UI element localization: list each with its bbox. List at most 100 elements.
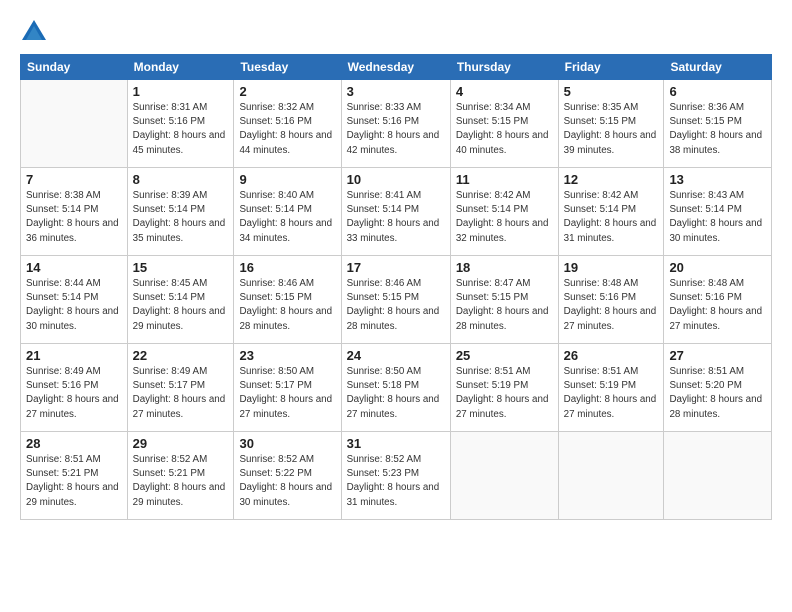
day-number: 26 xyxy=(564,348,659,363)
calendar-cell: 11 Sunrise: 8:42 AM Sunset: 5:14 PM Dayli… xyxy=(450,168,558,256)
calendar-cell: 27Sunrise: 8:51 AM Sunset: 5:20 PM Dayli… xyxy=(664,344,772,432)
day-info: Sunrise: 8:34 AM Sunset: 5:15 PM Dayligh… xyxy=(456,101,553,158)
day-number: 15 xyxy=(133,260,229,275)
day-info: Sunrise: 8:31 AM Sunset: 5:16 PM Dayligh… xyxy=(133,101,229,158)
calendar-cell: 2 Sunrise: 8:32 AM Sunset: 5:16 PM Daylig… xyxy=(234,80,341,168)
day-number: 13 xyxy=(669,172,766,187)
day-info: Sunrise: 8:49 AM Sunset: 5:17 PM Dayligh… xyxy=(133,365,229,422)
calendar-cell: 1Sunrise: 8:31 AM Sunset: 5:16 PM Daylig… xyxy=(127,80,234,168)
day-info: Sunrise: 8:52 AM Sunset: 5:23 PM Dayligh… xyxy=(347,453,445,510)
day-info: Sunrise: 8:42 AM Sunset: 5:14 PM Dayligh… xyxy=(456,189,553,246)
calendar-cell: 16 Sunrise: 8:46 AM Sunset: 5:15 PM Dayli… xyxy=(234,256,341,344)
day-number: 8 xyxy=(133,172,229,187)
day-info: Sunrise: 8:45 AM Sunset: 5:14 PM Dayligh… xyxy=(133,277,229,334)
calendar-cell: 18 Sunrise: 8:47 AM Sunset: 5:15 PM Dayli… xyxy=(450,256,558,344)
day-info: Sunrise: 8:46 AM Sunset: 5:15 PM Dayligh… xyxy=(347,277,445,334)
calendar-cell: 31 Sunrise: 8:52 AM Sunset: 5:23 PM Dayli… xyxy=(341,432,450,520)
logo-icon xyxy=(20,18,48,46)
calendar-table: SundayMondayTuesdayWednesdayThursdayFrid… xyxy=(20,54,772,520)
calendar-cell: 29 Sunrise: 8:52 AM Sunset: 5:21 PM Dayli… xyxy=(127,432,234,520)
calendar-cell xyxy=(558,432,664,520)
day-number: 21 xyxy=(26,348,122,363)
day-number: 28 xyxy=(26,436,122,451)
day-number: 3 xyxy=(347,84,445,99)
calendar-cell: 7Sunrise: 8:38 AM Sunset: 5:14 PM Daylig… xyxy=(21,168,128,256)
calendar-cell: 4Sunrise: 8:34 AM Sunset: 5:15 PM Daylig… xyxy=(450,80,558,168)
day-number: 11 xyxy=(456,172,553,187)
day-number: 7 xyxy=(26,172,122,187)
day-number: 25 xyxy=(456,348,553,363)
day-number: 31 xyxy=(347,436,445,451)
day-number: 14 xyxy=(26,260,122,275)
calendar-cell: 24Sunrise: 8:50 AM Sunset: 5:18 PM Dayli… xyxy=(341,344,450,432)
calendar-cell: 6 Sunrise: 8:36 AM Sunset: 5:15 PM Daylig… xyxy=(664,80,772,168)
calendar-week-row: 14 Sunrise: 8:44 AM Sunset: 5:14 PM Dayli… xyxy=(21,256,772,344)
day-info: Sunrise: 8:43 AM Sunset: 5:14 PM Dayligh… xyxy=(669,189,766,246)
day-number: 10 xyxy=(347,172,445,187)
calendar-week-row: 1Sunrise: 8:31 AM Sunset: 5:16 PM Daylig… xyxy=(21,80,772,168)
day-info: Sunrise: 8:36 AM Sunset: 5:15 PM Dayligh… xyxy=(669,101,766,158)
calendar-cell: 23 Sunrise: 8:50 AM Sunset: 5:17 PM Dayli… xyxy=(234,344,341,432)
day-info: Sunrise: 8:33 AM Sunset: 5:16 PM Dayligh… xyxy=(347,101,445,158)
weekday-header: Thursday xyxy=(450,55,558,80)
calendar-cell: 26 Sunrise: 8:51 AM Sunset: 5:19 PM Dayli… xyxy=(558,344,664,432)
page: SundayMondayTuesdayWednesdayThursdayFrid… xyxy=(0,0,792,612)
calendar-cell: 28 Sunrise: 8:51 AM Sunset: 5:21 PM Dayli… xyxy=(21,432,128,520)
day-info: Sunrise: 8:52 AM Sunset: 5:22 PM Dayligh… xyxy=(239,453,335,510)
day-number: 12 xyxy=(564,172,659,187)
day-info: Sunrise: 8:32 AM Sunset: 5:16 PM Dayligh… xyxy=(239,101,335,158)
calendar-cell: 20 Sunrise: 8:48 AM Sunset: 5:16 PM Dayli… xyxy=(664,256,772,344)
day-info: Sunrise: 8:50 AM Sunset: 5:17 PM Dayligh… xyxy=(239,365,335,422)
calendar-cell: 5 Sunrise: 8:35 AM Sunset: 5:15 PM Daylig… xyxy=(558,80,664,168)
day-number: 27 xyxy=(669,348,766,363)
day-info: Sunrise: 8:47 AM Sunset: 5:15 PM Dayligh… xyxy=(456,277,553,334)
calendar-cell: 3 Sunrise: 8:33 AM Sunset: 5:16 PM Daylig… xyxy=(341,80,450,168)
day-info: Sunrise: 8:51 AM Sunset: 5:19 PM Dayligh… xyxy=(456,365,553,422)
header xyxy=(20,18,772,46)
day-number: 5 xyxy=(564,84,659,99)
day-info: Sunrise: 8:40 AM Sunset: 5:14 PM Dayligh… xyxy=(239,189,335,246)
day-info: Sunrise: 8:49 AM Sunset: 5:16 PM Dayligh… xyxy=(26,365,122,422)
logo xyxy=(20,18,52,46)
day-number: 29 xyxy=(133,436,229,451)
calendar-cell: 14 Sunrise: 8:44 AM Sunset: 5:14 PM Dayli… xyxy=(21,256,128,344)
calendar-cell: 15 Sunrise: 8:45 AM Sunset: 5:14 PM Dayli… xyxy=(127,256,234,344)
day-number: 22 xyxy=(133,348,229,363)
day-info: Sunrise: 8:46 AM Sunset: 5:15 PM Dayligh… xyxy=(239,277,335,334)
day-number: 9 xyxy=(239,172,335,187)
day-number: 18 xyxy=(456,260,553,275)
calendar-cell: 30 Sunrise: 8:52 AM Sunset: 5:22 PM Dayli… xyxy=(234,432,341,520)
day-number: 16 xyxy=(239,260,335,275)
calendar-cell xyxy=(450,432,558,520)
weekday-header: Monday xyxy=(127,55,234,80)
weekday-header: Sunday xyxy=(21,55,128,80)
calendar-cell: 10 Sunrise: 8:41 AM Sunset: 5:14 PM Dayli… xyxy=(341,168,450,256)
day-number: 20 xyxy=(669,260,766,275)
calendar-week-row: 21 Sunrise: 8:49 AM Sunset: 5:16 PM Dayli… xyxy=(21,344,772,432)
day-info: Sunrise: 8:48 AM Sunset: 5:16 PM Dayligh… xyxy=(669,277,766,334)
calendar-cell xyxy=(21,80,128,168)
day-number: 23 xyxy=(239,348,335,363)
day-info: Sunrise: 8:51 AM Sunset: 5:19 PM Dayligh… xyxy=(564,365,659,422)
day-number: 30 xyxy=(239,436,335,451)
day-info: Sunrise: 8:50 AM Sunset: 5:18 PM Dayligh… xyxy=(347,365,445,422)
day-info: Sunrise: 8:51 AM Sunset: 5:21 PM Dayligh… xyxy=(26,453,122,510)
weekday-header: Saturday xyxy=(664,55,772,80)
day-number: 17 xyxy=(347,260,445,275)
calendar-cell: 25 Sunrise: 8:51 AM Sunset: 5:19 PM Dayli… xyxy=(450,344,558,432)
day-info: Sunrise: 8:52 AM Sunset: 5:21 PM Dayligh… xyxy=(133,453,229,510)
calendar-cell: 8 Sunrise: 8:39 AM Sunset: 5:14 PM Daylig… xyxy=(127,168,234,256)
day-info: Sunrise: 8:41 AM Sunset: 5:14 PM Dayligh… xyxy=(347,189,445,246)
day-number: 6 xyxy=(669,84,766,99)
weekday-header: Friday xyxy=(558,55,664,80)
day-info: Sunrise: 8:35 AM Sunset: 5:15 PM Dayligh… xyxy=(564,101,659,158)
calendar-cell: 21 Sunrise: 8:49 AM Sunset: 5:16 PM Dayli… xyxy=(21,344,128,432)
calendar-cell xyxy=(664,432,772,520)
day-number: 19 xyxy=(564,260,659,275)
day-info: Sunrise: 8:48 AM Sunset: 5:16 PM Dayligh… xyxy=(564,277,659,334)
day-number: 2 xyxy=(239,84,335,99)
day-info: Sunrise: 8:44 AM Sunset: 5:14 PM Dayligh… xyxy=(26,277,122,334)
day-info: Sunrise: 8:39 AM Sunset: 5:14 PM Dayligh… xyxy=(133,189,229,246)
calendar-week-row: 7Sunrise: 8:38 AM Sunset: 5:14 PM Daylig… xyxy=(21,168,772,256)
calendar-cell: 9 Sunrise: 8:40 AM Sunset: 5:14 PM Daylig… xyxy=(234,168,341,256)
